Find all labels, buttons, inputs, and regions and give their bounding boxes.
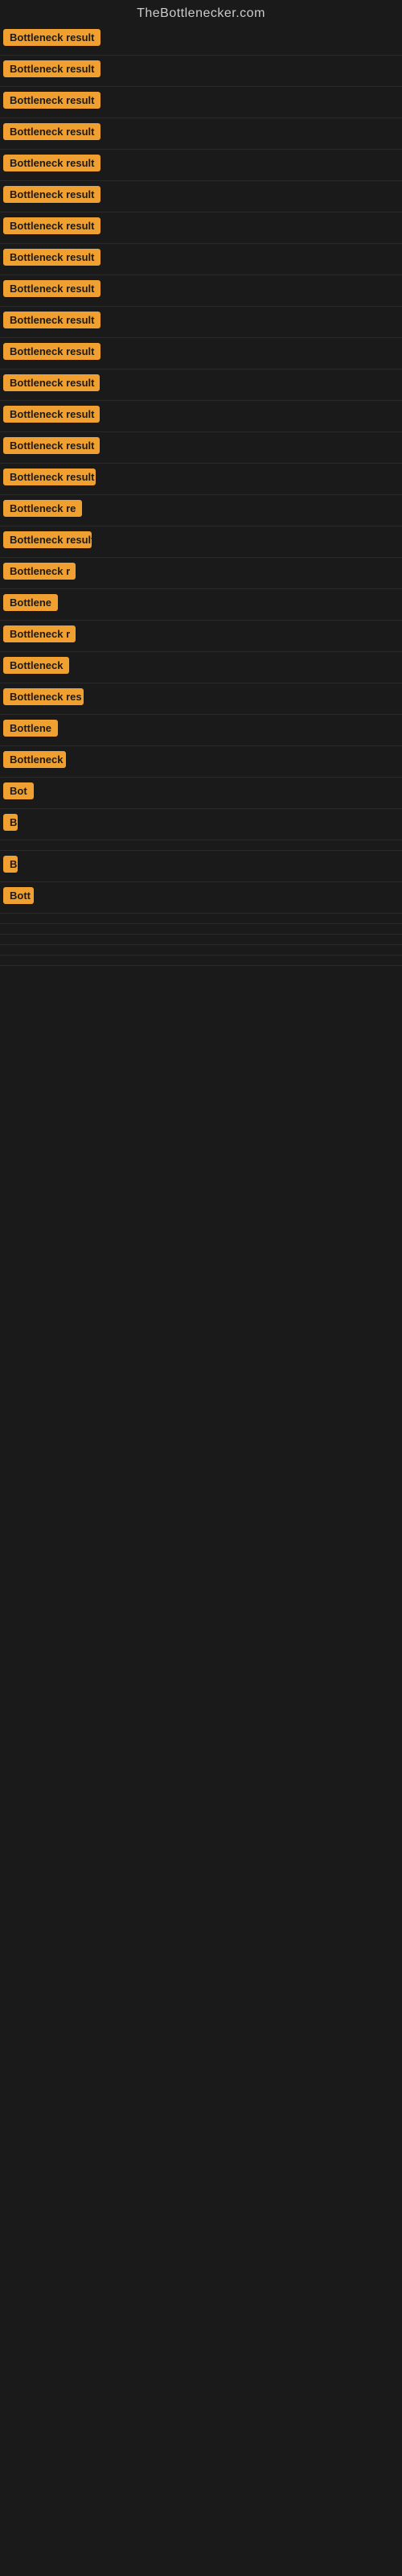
result-item: Bottleneck result	[0, 338, 402, 369]
result-item: Bottleneck result	[0, 401, 402, 432]
bottleneck-result-badge[interactable]: Bot	[3, 782, 34, 799]
result-item: Bottleneck re	[0, 495, 402, 526]
bottleneck-result-badge[interactable]: Bottleneck result	[3, 343, 100, 360]
bottleneck-result-badge[interactable]: Bottleneck result	[3, 531, 92, 548]
bottleneck-result-badge[interactable]: Bottleneck result	[3, 312, 100, 328]
bottleneck-result-badge[interactable]: B	[3, 856, 18, 873]
result-item: Bottleneck result	[0, 118, 402, 150]
result-item: Bottleneck result	[0, 307, 402, 338]
site-title: TheBottlenecker.com	[0, 0, 402, 24]
bottleneck-result-badge[interactable]: Bottleneck result	[3, 217, 100, 234]
bottleneck-result-badge[interactable]: Bottleneck	[3, 751, 66, 768]
bottleneck-result-badge[interactable]: Bottlene	[3, 720, 58, 737]
result-item: Bott	[0, 882, 402, 914]
bottleneck-result-badge[interactable]: Bottleneck result	[3, 92, 100, 109]
bottleneck-result-badge[interactable]: Bottleneck result	[3, 186, 100, 203]
result-item	[0, 945, 402, 956]
bottleneck-result-badge[interactable]: Bottleneck r	[3, 563, 76, 580]
result-item: Bottleneck result	[0, 275, 402, 307]
result-item	[0, 956, 402, 966]
bottleneck-result-badge[interactable]: Bottleneck result	[3, 29, 100, 46]
bottleneck-result-badge[interactable]: Bottleneck result	[3, 60, 100, 77]
bottleneck-result-badge[interactable]: Bottleneck	[3, 657, 69, 674]
result-item	[0, 840, 402, 851]
bottleneck-result-badge[interactable]: Bottleneck result	[3, 280, 100, 297]
bottleneck-result-badge[interactable]: Bottleneck result	[3, 469, 96, 485]
bottleneck-result-badge[interactable]: Bottleneck result	[3, 249, 100, 266]
results-list: Bottleneck result Bottleneck result Bottle…	[0, 24, 402, 966]
result-item: B	[0, 851, 402, 882]
bottleneck-result-badge[interactable]: Bottleneck r	[3, 625, 76, 642]
result-item: Bottleneck	[0, 652, 402, 683]
result-item: Bottleneck result	[0, 24, 402, 56]
result-item: Bottleneck result	[0, 181, 402, 213]
result-item: Bottleneck res	[0, 683, 402, 715]
bottleneck-result-badge[interactable]: Bottleneck result	[3, 406, 100, 423]
bottleneck-result-badge[interactable]: Bottleneck res	[3, 688, 84, 705]
result-item	[0, 924, 402, 935]
result-item	[0, 914, 402, 924]
result-item: Bottleneck result	[0, 369, 402, 401]
result-item: Bottleneck	[0, 746, 402, 778]
bottleneck-result-badge[interactable]: Bottleneck result	[3, 155, 100, 171]
bottleneck-result-badge[interactable]: Bottleneck re	[3, 500, 82, 517]
result-item: Bottleneck result	[0, 150, 402, 181]
bottleneck-result-badge[interactable]: Bottleneck result	[3, 437, 100, 454]
result-item: Bottleneck result	[0, 87, 402, 118]
result-item: Bottleneck result	[0, 56, 402, 87]
result-item: B	[0, 809, 402, 840]
result-item	[0, 935, 402, 945]
result-item: Bottleneck r	[0, 558, 402, 589]
bottleneck-result-badge[interactable]: Bottlene	[3, 594, 58, 611]
result-item: Bottleneck result	[0, 464, 402, 495]
result-item: Bottleneck r	[0, 621, 402, 652]
bottleneck-result-badge[interactable]: B	[3, 814, 18, 831]
result-item: Bottleneck result	[0, 244, 402, 275]
result-item: Bot	[0, 778, 402, 809]
result-item: Bottlene	[0, 589, 402, 621]
result-item: Bottleneck result	[0, 432, 402, 464]
bottleneck-result-badge[interactable]: Bott	[3, 887, 34, 904]
bottleneck-result-badge[interactable]: Bottleneck result	[3, 374, 100, 391]
bottleneck-result-badge[interactable]: Bottleneck result	[3, 123, 100, 140]
result-item: Bottleneck result	[0, 213, 402, 244]
result-item: Bottleneck result	[0, 526, 402, 558]
result-item: Bottlene	[0, 715, 402, 746]
